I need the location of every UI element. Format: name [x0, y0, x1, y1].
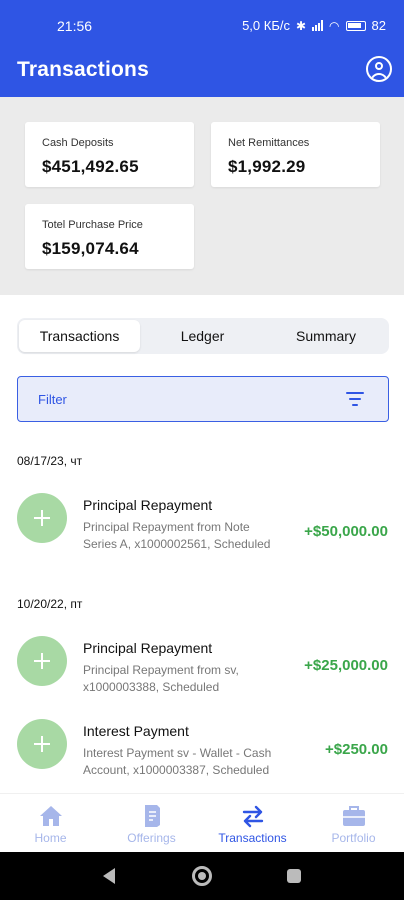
page-title: Transactions — [17, 58, 149, 81]
nav-label: Transactions — [218, 831, 287, 845]
transaction-title: Principal Repayment — [83, 497, 213, 513]
plus-icon — [17, 719, 67, 769]
card-value: $451,492.65 — [42, 157, 139, 176]
tab-summary[interactable]: Summary — [265, 320, 387, 352]
nav-label: Offerings — [127, 831, 176, 845]
plus-icon — [17, 636, 67, 686]
transaction-description: Principal Repayment from sv, x1000003388… — [83, 663, 239, 694]
net-remittances-card: Net Remittances $1,992.29 — [211, 122, 380, 187]
filter-label: Filter — [38, 392, 67, 407]
card-value: $159,074.64 — [42, 239, 139, 258]
nav-home[interactable]: Home — [0, 794, 101, 853]
network-speed: 5,0 КБ/с — [242, 18, 290, 33]
card-label: Totel Purchase Price — [42, 219, 143, 231]
status-indicators: 5,0 КБ/с ✱ ◠ 82 — [242, 18, 386, 33]
transaction-title: Interest Payment — [83, 723, 189, 739]
tab-ledger[interactable]: Ledger — [142, 320, 263, 352]
summary-section: Cash Deposits $451,492.65 Net Remittance… — [0, 97, 404, 295]
recent-apps-icon[interactable] — [287, 869, 301, 883]
date-header: 10/20/22, пт — [17, 597, 83, 611]
profile-icon[interactable] — [366, 56, 392, 82]
bluetooth-icon: ✱ — [295, 18, 307, 33]
transaction-amount: +$50,000.00 — [304, 523, 388, 540]
home-icon — [40, 806, 62, 826]
battery-icon — [345, 20, 366, 31]
document-icon — [145, 805, 160, 827]
swap-arrows-icon — [242, 805, 264, 828]
nav-transactions[interactable]: Transactions — [202, 794, 303, 853]
bottom-navigation: Home Offerings Transactions Portfolio — [0, 793, 404, 852]
home-circle-icon[interactable] — [192, 866, 212, 886]
card-value: $1,992.29 — [228, 157, 306, 176]
card-label: Net Remittances — [228, 137, 310, 149]
card-label: Cash Deposits — [42, 137, 114, 149]
signal-icon — [312, 20, 324, 31]
system-navigation-bar — [0, 852, 404, 900]
wifi-icon: ◠ — [329, 18, 340, 33]
date-header: 08/17/23, чт — [17, 454, 83, 468]
nav-portfolio[interactable]: Portfolio — [303, 794, 404, 853]
back-icon[interactable] — [103, 868, 115, 884]
transaction-amount: +$250.00 — [325, 741, 388, 758]
nav-label: Home — [34, 831, 67, 845]
transaction-description: Principal Repayment from Note Series A, … — [83, 520, 271, 551]
battery-level: 82 — [371, 18, 386, 33]
view-tabs: Transactions Ledger Summary — [17, 318, 389, 354]
tab-transactions[interactable]: Transactions — [19, 320, 140, 352]
filter-button[interactable]: Filter — [17, 376, 389, 422]
transaction-title: Principal Repayment — [83, 640, 213, 656]
app-header: 21:56 5,0 КБ/с ✱ ◠ 82 Transactions — [0, 0, 404, 97]
status-bar: 21:56 5,0 КБ/с ✱ ◠ 82 — [0, 0, 404, 52]
transaction-amount: +$25,000.00 — [304, 657, 388, 674]
cash-deposits-card: Cash Deposits $451,492.65 — [25, 122, 194, 187]
nav-label: Portfolio — [331, 831, 376, 845]
briefcase-icon — [343, 806, 365, 826]
filter-icon — [346, 392, 364, 406]
status-time: 21:56 — [57, 18, 93, 34]
transaction-description: Interest Payment sv - Wallet - Cash Acco… — [83, 746, 272, 777]
nav-offerings[interactable]: Offerings — [101, 794, 202, 853]
total-purchase-price-card: Totel Purchase Price $159,074.64 — [25, 204, 194, 269]
plus-icon — [17, 493, 67, 543]
